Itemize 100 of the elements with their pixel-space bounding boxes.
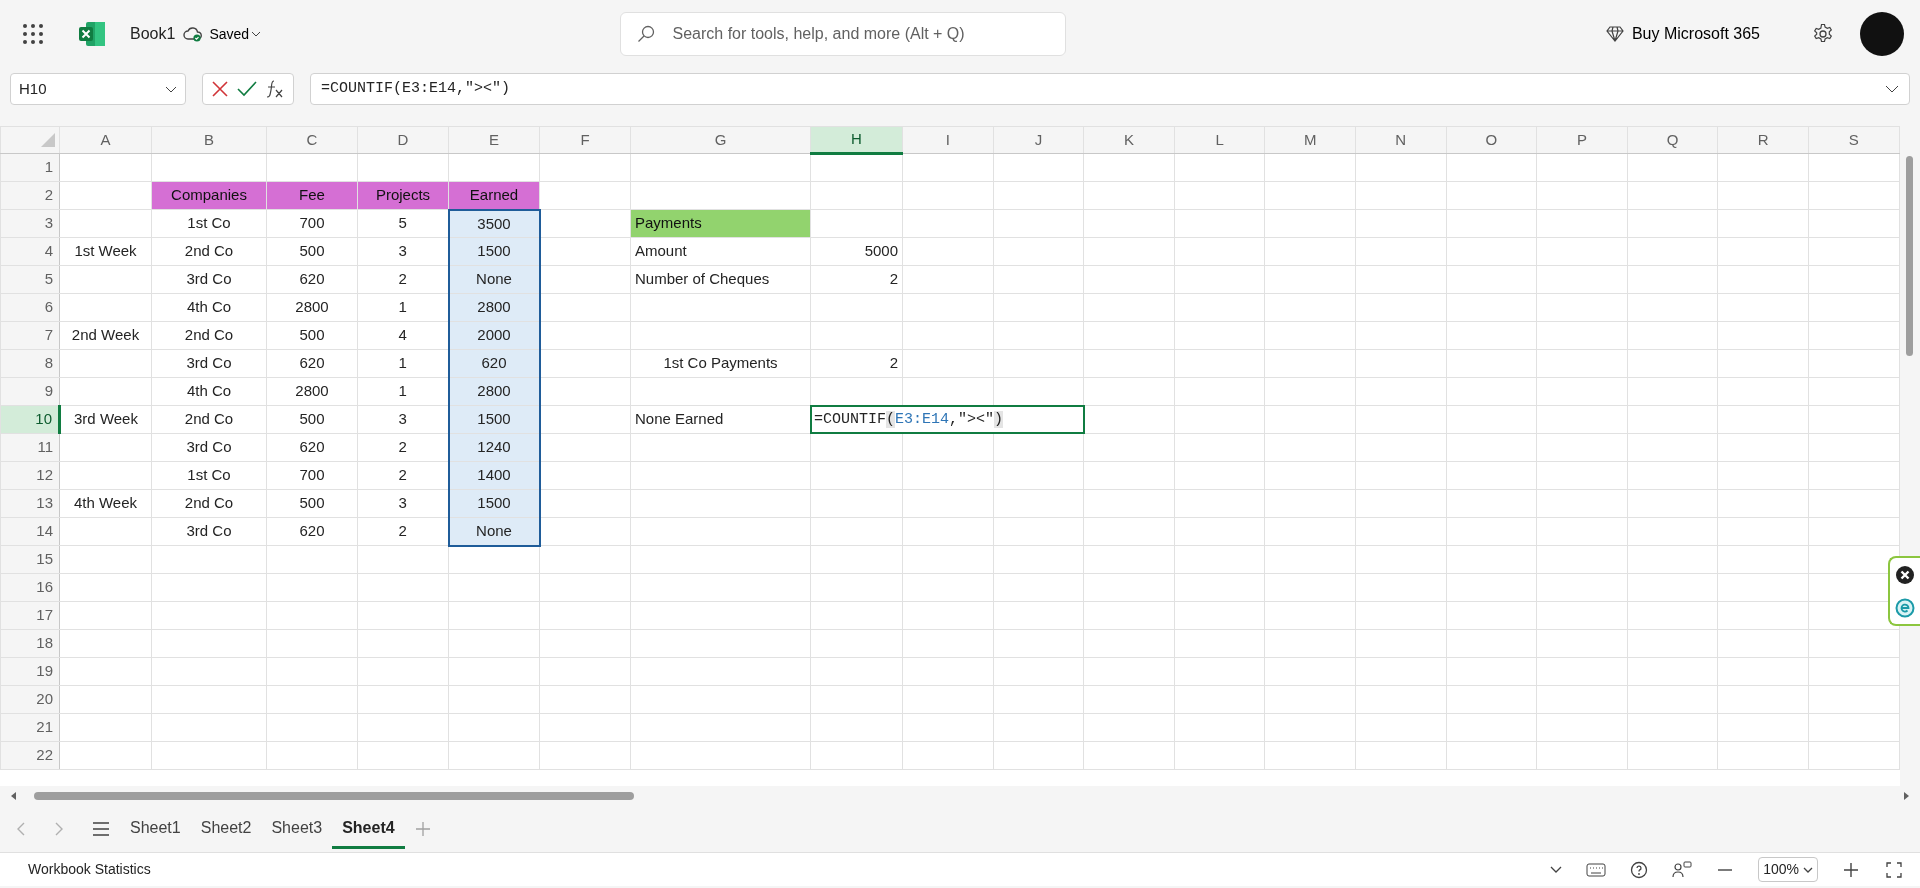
column-header[interactable]: Q bbox=[1627, 126, 1718, 154]
grid-cell: 2nd Co bbox=[151, 237, 267, 266]
grid-cell: 3rd Week bbox=[59, 405, 152, 434]
grid-cell: 3rd Co bbox=[151, 349, 267, 378]
search-bar[interactable]: Search for tools, help, and more (Alt + Q) bbox=[619, 12, 1066, 56]
grid-cell: 2000 bbox=[448, 321, 540, 350]
column-header[interactable]: B bbox=[151, 126, 267, 154]
column-header[interactable]: K bbox=[1083, 126, 1175, 154]
column-header[interactable]: H bbox=[810, 126, 903, 154]
row-header[interactable]: 11 bbox=[0, 433, 60, 462]
row-header[interactable]: 4 bbox=[0, 237, 60, 266]
row-header[interactable]: 19 bbox=[0, 657, 60, 686]
grid-cell: 620 bbox=[266, 349, 358, 378]
column-header[interactable]: D bbox=[357, 126, 449, 154]
grid-cell: 500 bbox=[266, 489, 358, 518]
sheet-tab[interactable]: Sheet2 bbox=[190, 809, 262, 849]
row-header[interactable]: 18 bbox=[0, 629, 60, 658]
grid-cell: 1st Co bbox=[151, 209, 267, 238]
grid-cell: 620 bbox=[266, 517, 358, 546]
column-header[interactable]: N bbox=[1355, 126, 1447, 154]
grid-cell: 620 bbox=[266, 433, 358, 462]
grid-cell: 1240 bbox=[448, 433, 540, 462]
grid-cell: 500 bbox=[266, 237, 358, 266]
ring-icon[interactable] bbox=[1895, 597, 1915, 618]
grid-cell: 3rd Co bbox=[151, 517, 267, 546]
column-header[interactable]: A bbox=[59, 126, 152, 154]
column-header[interactable]: F bbox=[539, 126, 631, 154]
grid-cell: 4th Co bbox=[151, 293, 267, 322]
grid-cell: 500 bbox=[266, 321, 358, 350]
row-header[interactable]: 14 bbox=[0, 517, 60, 546]
name-box[interactable]: H10 bbox=[10, 73, 186, 105]
column-header[interactable]: E bbox=[448, 126, 540, 154]
grid-cell: 2nd Co bbox=[151, 321, 267, 350]
grid-cell: 1st Co Payments bbox=[630, 349, 811, 378]
row-header[interactable]: 10 bbox=[0, 405, 60, 434]
row-header[interactable]: 6 bbox=[0, 293, 60, 322]
column-header[interactable]: R bbox=[1717, 126, 1809, 154]
sheet-tab[interactable]: Sheet3 bbox=[261, 809, 333, 849]
close-icon[interactable] bbox=[1895, 564, 1915, 585]
workbook-statistics[interactable]: Workbook Statistics bbox=[28, 859, 1551, 880]
keyboard-icon[interactable] bbox=[1586, 862, 1607, 877]
section-title-cell: Payments bbox=[630, 209, 811, 238]
fullscreen-icon[interactable] bbox=[1884, 859, 1904, 880]
column-header[interactable]: O bbox=[1446, 126, 1537, 154]
column-header[interactable]: M bbox=[1264, 126, 1356, 154]
column-header[interactable]: G bbox=[630, 126, 811, 154]
help-icon[interactable] bbox=[1630, 860, 1649, 879]
row-header[interactable]: 9 bbox=[0, 377, 60, 406]
avatar[interactable] bbox=[1860, 12, 1904, 56]
row-header[interactable]: 5 bbox=[0, 265, 60, 294]
row-header[interactable]: 12 bbox=[0, 461, 60, 490]
column-header[interactable]: S bbox=[1808, 126, 1900, 154]
chevron-down-icon bbox=[1803, 866, 1813, 873]
table-header-cell: Fee bbox=[266, 181, 358, 210]
row-header[interactable]: 22 bbox=[0, 741, 60, 770]
column-header[interactable]: C bbox=[266, 126, 358, 154]
save-status[interactable]: Saved bbox=[207, 21, 252, 47]
grid-cell: Amount bbox=[630, 237, 811, 266]
table-header-cell: Projects bbox=[357, 181, 449, 210]
scroll-left-icon[interactable] bbox=[10, 792, 18, 800]
row-header[interactable]: 2 bbox=[0, 181, 60, 210]
grid-cell: 4th Week bbox=[59, 489, 152, 518]
column-header[interactable]: L bbox=[1174, 126, 1265, 154]
row-header[interactable]: 17 bbox=[0, 601, 60, 630]
zoom-select[interactable]: 100% bbox=[1758, 857, 1818, 882]
feedback-icon[interactable] bbox=[1672, 860, 1693, 879]
row-header[interactable]: 7 bbox=[0, 321, 60, 350]
grid-cell: 2nd Week bbox=[59, 321, 152, 350]
buy-button[interactable]: Buy Microsoft 365 bbox=[1603, 20, 1762, 48]
row-header[interactable]: 21 bbox=[0, 713, 60, 742]
app-launcher-icon[interactable] bbox=[20, 21, 46, 47]
scroll-right-icon[interactable] bbox=[1902, 792, 1910, 800]
row-header[interactable]: 16 bbox=[0, 573, 60, 602]
chevron-down-icon[interactable] bbox=[1550, 866, 1563, 873]
grid-cell: None bbox=[448, 517, 540, 546]
grid-cell: 620 bbox=[266, 265, 358, 294]
sheet-tab[interactable]: Sheet1 bbox=[120, 809, 191, 849]
file-name[interactable]: Book1 bbox=[130, 22, 176, 46]
row-header[interactable]: 3 bbox=[0, 209, 60, 238]
grid-cell: 2800 bbox=[266, 293, 358, 322]
row-header[interactable]: 8 bbox=[0, 349, 60, 378]
menu-icon[interactable] bbox=[90, 820, 112, 838]
column-header[interactable]: J bbox=[993, 126, 1084, 154]
cell-editor[interactable]: =COUNTIF(E3:E14,"><") bbox=[810, 405, 1085, 434]
chevron-down-icon bbox=[165, 85, 177, 93]
row-header[interactable]: 1 bbox=[0, 153, 60, 182]
row-header[interactable]: 13 bbox=[0, 489, 60, 518]
column-header[interactable]: I bbox=[902, 126, 994, 154]
formula-field[interactable]: =COUNTIF(E3:E14,"><") bbox=[310, 73, 1910, 105]
zoom-in-icon[interactable] bbox=[1842, 860, 1860, 879]
column-header[interactable]: P bbox=[1536, 126, 1628, 154]
row-header[interactable]: 20 bbox=[0, 685, 60, 714]
check-icon[interactable] bbox=[235, 79, 259, 99]
grid-cell: 1500 bbox=[448, 237, 540, 266]
grid-cell: 5000 bbox=[810, 237, 903, 266]
grid-cell: 700 bbox=[266, 209, 358, 238]
search-field[interactable]: Search for tools, help, and more (Alt + Q) bbox=[670, 21, 1049, 47]
row-header[interactable]: 15 bbox=[0, 545, 60, 574]
sheet-tab[interactable]: Sheet4 bbox=[332, 809, 405, 849]
grid-cell: 2 bbox=[810, 265, 903, 294]
